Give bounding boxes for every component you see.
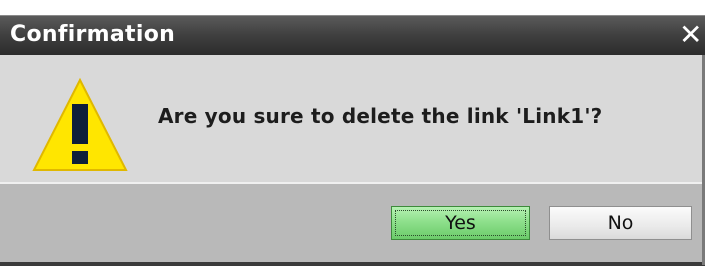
dialog-body: Are you sure to delete the link 'Link1'? xyxy=(0,55,705,182)
dialog-footer: Yes No xyxy=(0,184,705,266)
dialog-title: Confirmation xyxy=(10,22,176,47)
dialog-message: Are you sure to delete the link 'Link1'? xyxy=(158,104,603,128)
yes-button[interactable]: Yes xyxy=(391,206,530,240)
title-bar[interactable]: Confirmation ✕ xyxy=(0,15,705,55)
warning-icon xyxy=(32,77,128,171)
confirmation-dialog: Confirmation ✕ Are you sure to delete th… xyxy=(0,0,705,276)
no-button[interactable]: No xyxy=(549,206,692,240)
close-icon[interactable]: ✕ xyxy=(679,20,705,50)
